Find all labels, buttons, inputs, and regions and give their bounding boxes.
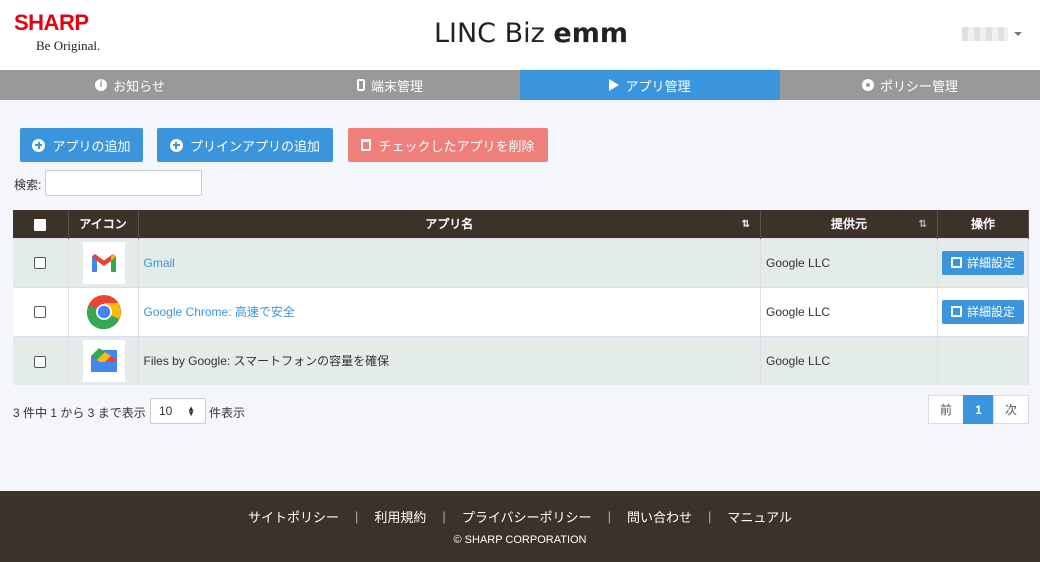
add-app-label: アプリの追加 <box>52 138 131 154</box>
app-table: アイコン アプリ名 ⇅ 提供元 ⇅ 操作 Gmail Google LLC 詳細… <box>13 210 1029 385</box>
chrome-icon <box>82 290 125 333</box>
footer-link-privacy[interactable]: プライバシーポリシー <box>446 507 608 526</box>
provider-text: Google LLC <box>766 304 831 319</box>
main-nav: i お知らせ 端末管理 アプリ管理 ポリシー管理 <box>0 70 1040 100</box>
add-preinstalled-app-button[interactable]: プリインアプリの追加 <box>157 128 333 162</box>
row-checkbox[interactable] <box>34 257 47 270</box>
add-preinstalled-label: プリインアプリの追加 <box>189 138 320 154</box>
header-provider[interactable]: 提供元 ⇅ <box>760 210 938 238</box>
header-app-name[interactable]: アプリ名 ⇅ <box>138 210 761 238</box>
table-info: 3 件中 1 から 3 まで表示 <box>13 406 146 420</box>
plus-circle-icon <box>169 138 183 152</box>
detail-settings-label: 詳細設定 <box>966 305 1015 319</box>
page-size-value: 10 <box>159 404 173 418</box>
edit-icon <box>950 306 962 317</box>
row-icon-cell <box>68 335 139 385</box>
nav-label: ポリシー管理 <box>879 78 958 94</box>
app-title-light: LINC Biz <box>433 18 554 49</box>
row-provider-cell: Google LLC <box>760 286 938 336</box>
table-row: Gmail Google LLC 詳細設定 <box>13 237 1029 287</box>
footer-link-manual[interactable]: マニュアル <box>711 507 808 526</box>
footer-links: サイトポリシー | 利用規約 | プライバシーポリシー | 問い合わせ | マニ… <box>0 507 1040 526</box>
row-name-cell: Google Chrome: 高速で安全 <box>138 286 761 336</box>
header-icon: アイコン <box>68 210 139 238</box>
search-input[interactable] <box>45 170 202 196</box>
app-name-link[interactable]: Google Chrome: 高速で安全 <box>139 305 295 319</box>
pagination-page[interactable]: 1 <box>963 395 994 424</box>
files-icon <box>82 339 125 382</box>
pagination-next[interactable]: 次 <box>993 395 1029 424</box>
chevron-down-icon <box>1014 32 1022 36</box>
user-name-blurred <box>962 27 1008 41</box>
row-icon-cell <box>68 237 139 287</box>
footer-link-terms[interactable]: 利用規約 <box>358 507 442 526</box>
table-info-suffix: 件表示 <box>209 406 246 420</box>
table-row: Files by Google: スマートフォンの容量を確保 Google LL… <box>13 335 1029 385</box>
page-size-select[interactable]: 10 ▲ ▼ <box>150 398 206 424</box>
phone-icon <box>356 79 365 91</box>
nav-label: 端末管理 <box>370 78 423 94</box>
edit-icon <box>950 257 962 268</box>
play-icon <box>609 79 620 91</box>
detail-settings-button[interactable]: 詳細設定 <box>942 299 1024 324</box>
nav-item-devices[interactable]: 端末管理 <box>260 70 520 100</box>
header-app-name-label: アプリ名 <box>425 217 474 232</box>
row-operation-cell <box>937 335 1029 385</box>
info-icon: i <box>95 79 108 91</box>
copyright: © SHARP CORPORATION <box>453 534 587 546</box>
select-all-header[interactable] <box>13 210 69 238</box>
row-checkbox[interactable] <box>34 306 47 319</box>
row-check-cell <box>13 286 69 336</box>
gear-icon <box>861 79 874 91</box>
footer-link-contact[interactable]: 問い合わせ <box>611 507 708 526</box>
add-app-button[interactable]: アプリの追加 <box>20 128 143 162</box>
select-arrows-icon: ▲ ▼ <box>187 404 195 418</box>
header-provider-label: 提供元 <box>830 217 867 232</box>
header: SHARP Be Original. LINC Biz emm <box>0 0 1040 70</box>
provider-text: Google LLC <box>766 255 831 270</box>
app-title: LINC Biz emm <box>0 18 1040 49</box>
site-footer: サイトポリシー | 利用規約 | プライバシーポリシー | 問い合わせ | マニ… <box>0 491 1040 562</box>
row-operation-cell: 詳細設定 <box>937 286 1029 336</box>
nav-label: お知らせ <box>113 78 165 94</box>
sort-icon: ⇅ <box>741 219 750 230</box>
trash-icon <box>361 139 372 151</box>
nav-item-policies[interactable]: ポリシー管理 <box>780 70 1040 100</box>
row-name-cell: Files by Google: スマートフォンの容量を確保 <box>138 335 761 385</box>
row-provider-cell: Google LLC <box>760 335 938 385</box>
table-header-row: アイコン アプリ名 ⇅ 提供元 ⇅ 操作 <box>13 210 1029 238</box>
provider-text: Google LLC <box>766 353 831 368</box>
pagination: 前 1 次 <box>928 395 1029 424</box>
row-name-cell: Gmail <box>138 237 761 287</box>
app-name-text: Files by Google: スマートフォンの容量を確保 <box>143 354 390 369</box>
header-operation: 操作 <box>937 210 1029 238</box>
row-check-cell <box>13 335 69 385</box>
gmail-icon <box>82 241 125 284</box>
row-checkbox[interactable] <box>34 355 47 368</box>
row-icon-cell <box>68 286 139 336</box>
delete-checked-apps-button[interactable]: チェックしたアプリを削除 <box>348 128 548 162</box>
app-name-link[interactable]: Gmail <box>139 256 175 270</box>
detail-settings-label: 詳細設定 <box>966 256 1015 270</box>
plus-circle-icon <box>32 138 46 152</box>
row-provider-cell: Google LLC <box>760 237 938 287</box>
select-all-checkbox[interactable] <box>34 218 47 231</box>
search-label: 検索: <box>14 178 42 192</box>
sort-icon: ⇅ <box>918 219 927 230</box>
nav-item-news[interactable]: i お知らせ <box>0 70 260 100</box>
detail-settings-button[interactable]: 詳細設定 <box>942 250 1024 275</box>
row-operation-cell: 詳細設定 <box>937 237 1029 287</box>
pagination-prev[interactable]: 前 <box>928 395 964 424</box>
user-menu[interactable] <box>962 27 1022 41</box>
table-row: Google Chrome: 高速で安全 Google LLC 詳細設定 <box>13 286 1029 336</box>
footer-link-site-policy[interactable]: サイトポリシー <box>232 507 355 526</box>
nav-item-apps[interactable]: アプリ管理 <box>520 70 780 100</box>
row-check-cell <box>13 237 69 287</box>
delete-checked-label: チェックしたアプリを削除 <box>378 138 535 154</box>
nav-label: アプリ管理 <box>625 78 691 94</box>
app-title-bold: emm <box>553 18 628 49</box>
